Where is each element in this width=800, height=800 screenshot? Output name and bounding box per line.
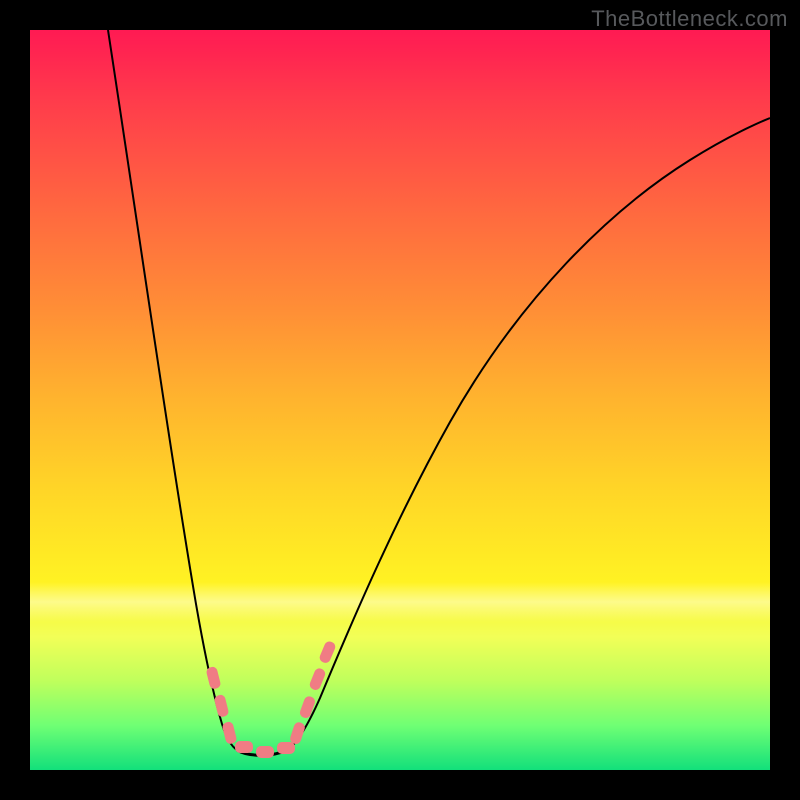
marker-bead	[318, 640, 337, 665]
marker-bead	[221, 721, 237, 745]
marker-bead	[289, 721, 306, 745]
marker-bead	[205, 666, 221, 690]
marker-bead	[299, 695, 317, 719]
curve-left-arm	[108, 30, 237, 750]
marker-bead	[235, 741, 253, 753]
marker-bead	[213, 694, 229, 718]
marker-bead	[256, 746, 274, 758]
bottleneck-curve-chart	[30, 30, 770, 770]
marker-bead	[277, 742, 295, 754]
curve-right-arm	[288, 118, 770, 750]
watermark-text: TheBottleneck.com	[591, 6, 788, 32]
